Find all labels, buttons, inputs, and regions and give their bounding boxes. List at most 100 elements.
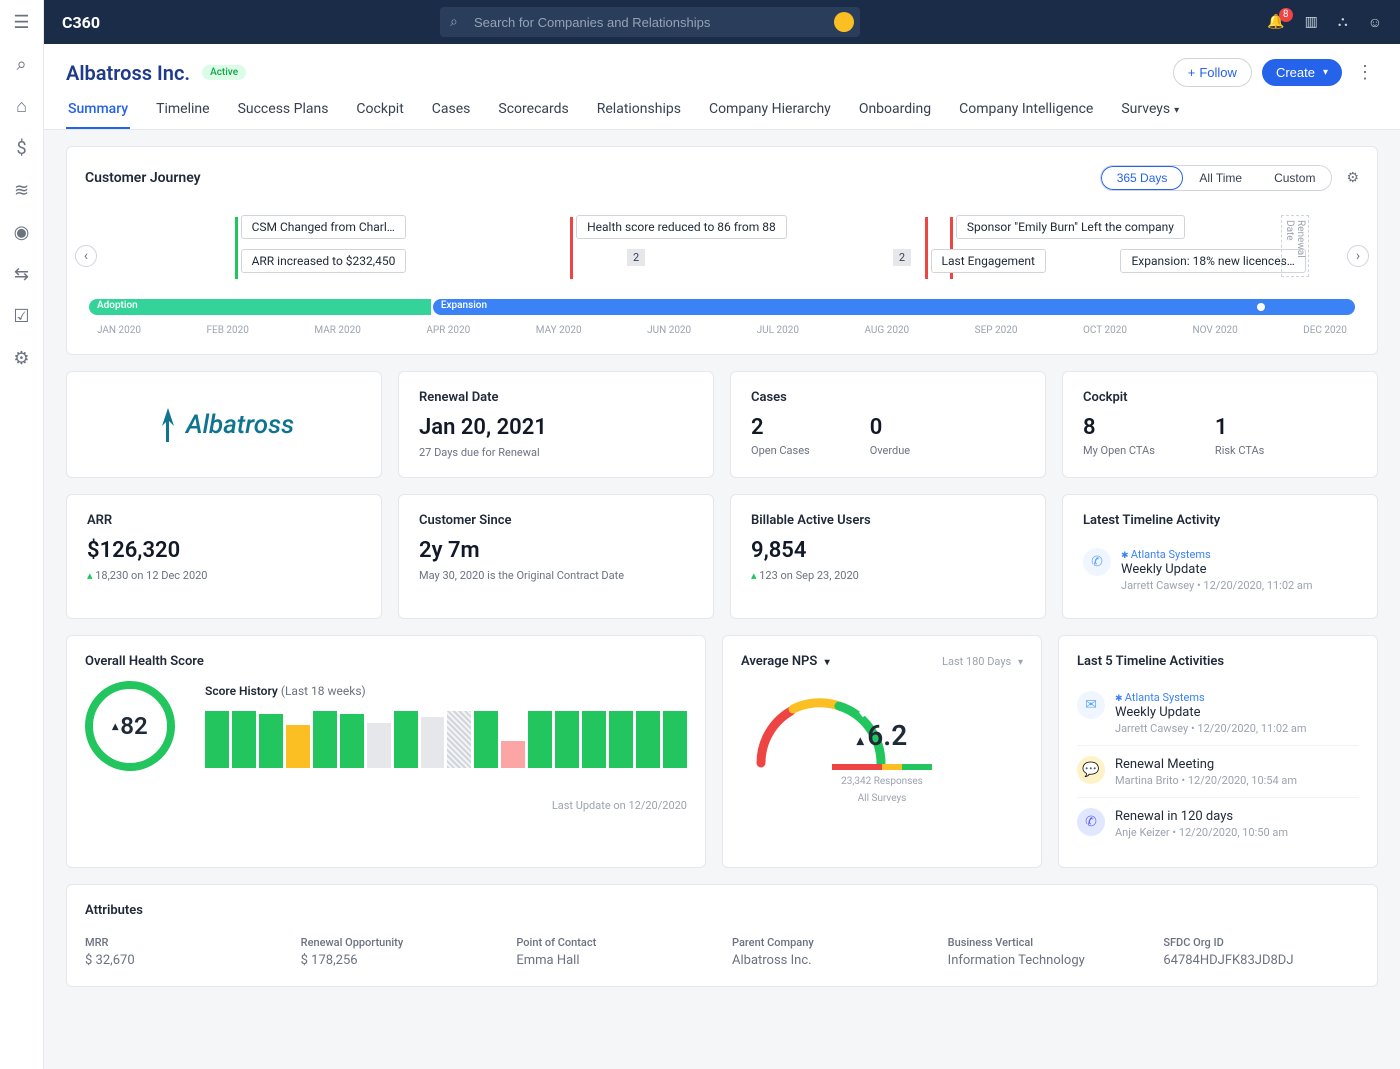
user-icon[interactable]: ☺: [1368, 14, 1382, 31]
range-all-button[interactable]: All Time: [1183, 166, 1258, 190]
journey-range-segmented: 365 Days All Time Custom: [1100, 165, 1333, 191]
plus-icon: +: [1188, 65, 1196, 80]
nps-distribution-bar: [832, 764, 932, 770]
topbar: C360 ⌕ 🔔8 ▥ ⛬ ☺: [44, 0, 1400, 44]
tab-company-intelligence[interactable]: Company Intelligence: [957, 101, 1095, 129]
score-bar: [582, 711, 606, 768]
share-icon[interactable]: ⇆: [12, 264, 32, 284]
notifications-icon[interactable]: 🔔8: [1267, 14, 1284, 30]
more-menu-button[interactable]: ⋮: [1352, 58, 1378, 87]
search-icon[interactable]: ⌕: [12, 54, 32, 74]
billable-users-card: Billable Active Users 9,854 ▴ 123 on Sep…: [730, 494, 1046, 619]
tab-surveys[interactable]: Surveys▾: [1119, 101, 1181, 129]
attribute-item: Point of ContactEmma Hall: [516, 936, 712, 968]
journey-event[interactable]: Last Engagement: [931, 249, 1046, 273]
chevron-down-icon: ▾: [1323, 67, 1328, 78]
score-bar: [340, 714, 364, 768]
range-365-button[interactable]: 365 Days: [1101, 166, 1184, 190]
tab-cases[interactable]: Cases: [430, 101, 473, 129]
notifications-badge: 8: [1279, 8, 1293, 22]
score-bar: [232, 711, 256, 768]
search-input-icon: ⌕: [450, 14, 458, 30]
settings-icon[interactable]: ⚙: [12, 348, 32, 368]
journey-count-badge[interactable]: 2: [627, 249, 645, 266]
tab-scorecards[interactable]: Scorecards: [496, 101, 570, 129]
journey-title: Customer Journey: [85, 170, 201, 186]
attribute-item: MRR$ 32,670: [85, 936, 281, 968]
create-button[interactable]: Create▾: [1262, 59, 1342, 86]
tab-onboarding[interactable]: Onboarding: [857, 101, 933, 129]
nps-card: Average NPS ▾ Last 180 Days ▾ 6.2 23,342…: [722, 635, 1042, 868]
journey-event[interactable]: Health score reduced to 86 from 88: [576, 215, 787, 239]
people-icon[interactable]: ⛬: [1338, 14, 1348, 30]
score-bar: [205, 711, 229, 768]
journey-tick: [235, 217, 238, 279]
score-bar: [286, 725, 310, 768]
activity-row[interactable]: ✉Atlanta SystemsWeekly UpdateJarrett Caw…: [1077, 681, 1359, 745]
cockpit-card: Cockpit 8My Open CTAs 1Risk CTAs: [1062, 371, 1378, 478]
score-bar: [259, 714, 283, 768]
journey-event[interactable]: Sponsor "Emily Burn" Left the company: [956, 215, 1185, 239]
activity-row[interactable]: 💬Renewal MeetingMartina Brito • 12/20/20…: [1077, 745, 1359, 797]
score-history-bars: [205, 708, 687, 768]
cases-card: Cases 2Open Cases 0Overdue: [730, 371, 1046, 478]
score-bar: [367, 723, 391, 768]
customer-since-card: Customer Since 2y 7m May 30, 2020 is the…: [398, 494, 714, 619]
journey-tick: [570, 217, 573, 279]
score-bar: [313, 711, 337, 768]
score-bar: [528, 711, 552, 768]
attribute-item: Parent CompanyAlbatross Inc.: [732, 936, 928, 968]
attribute-item: SFDC Org ID64784HDJFK83JD8DJ: [1163, 936, 1359, 968]
page-header: Albatross Inc. Active +Follow Create▾ ⋮ …: [44, 44, 1400, 130]
tab-success-plans[interactable]: Success Plans: [236, 101, 331, 129]
mail-icon: ✉: [1077, 691, 1105, 719]
chevron-down-icon[interactable]: ▾: [825, 657, 830, 668]
score-bar: [421, 717, 445, 768]
chat-icon: 💬: [1077, 756, 1105, 784]
journey-settings-icon[interactable]: ⚙: [1346, 170, 1359, 186]
tab-relationships[interactable]: Relationships: [595, 101, 683, 129]
status-badge: Active: [202, 65, 246, 80]
range-custom-button[interactable]: Custom: [1258, 166, 1331, 190]
arr-card: ARR $126,320 ▴ 18,230 on 12 Dec 2020: [66, 494, 382, 619]
attribute-item: Renewal Opportunity$ 178,256: [301, 936, 497, 968]
renewal-date-marker: Renewal Date: [1281, 215, 1309, 277]
journey-tick: [925, 217, 928, 279]
journey-event[interactable]: CSM Changed from Charl…: [241, 215, 406, 239]
phone-icon: ✆: [1077, 808, 1105, 836]
left-nav-rail: ☰ ⌕ ⌂ $ ≋ ◉ ⇆ ☑ ⚙: [0, 0, 44, 1069]
tab-company-hierarchy[interactable]: Company Hierarchy: [707, 101, 833, 129]
journey-event[interactable]: ARR increased to $232,450: [241, 249, 407, 273]
journey-event[interactable]: Expansion: 18% new licences…: [1120, 249, 1305, 273]
score-bar: [663, 711, 687, 768]
dollar-icon[interactable]: $: [12, 138, 32, 158]
last-5-activities-card: Last 5 Timeline Activities ✉Atlanta Syst…: [1058, 635, 1378, 868]
phone-icon: ✆: [1083, 548, 1111, 576]
follow-button[interactable]: +Follow: [1173, 58, 1252, 87]
health-score-card: Overall Health Score 82 Score History (L…: [66, 635, 706, 868]
attribute-item: Business VerticalInformation Technology: [948, 936, 1144, 968]
phase-adoption: Adoption: [89, 299, 431, 315]
journey-month-axis: JAN 2020FEB 2020MAR 2020APR 2020MAY 2020…: [89, 325, 1355, 336]
clipboard-icon[interactable]: ☑: [12, 306, 32, 326]
tab-summary[interactable]: Summary: [66, 101, 130, 129]
attributes-card: Attributes MRR$ 32,670Renewal Opportunit…: [66, 884, 1378, 987]
menu-icon[interactable]: ☰: [12, 12, 32, 32]
score-bar: [501, 741, 525, 768]
tab-cockpit[interactable]: Cockpit: [354, 101, 405, 129]
score-bar: [636, 711, 660, 768]
home-icon[interactable]: ⌂: [12, 96, 32, 116]
score-bar: [555, 711, 579, 768]
customer-journey-card: Customer Journey 365 Days All Time Custo…: [66, 146, 1378, 355]
path-icon[interactable]: ≋: [12, 180, 32, 200]
health-score-ring: 82: [85, 681, 175, 771]
nps-range-dropdown[interactable]: Last 180 Days ▾: [942, 655, 1023, 668]
book-icon[interactable]: ▥: [1305, 14, 1318, 30]
activity-row[interactable]: ✆Renewal in 120 daysAnje Keizer • 12/20/…: [1077, 797, 1359, 849]
latest-activity-card: Latest Timeline Activity ✆ Atlanta Syste…: [1062, 494, 1378, 619]
journey-count-badge[interactable]: 2: [893, 249, 911, 266]
renewal-date-card: Renewal Date Jan 20, 2021 27 Days due fo…: [398, 371, 714, 478]
camera-icon[interactable]: ◉: [12, 222, 32, 242]
tab-timeline[interactable]: Timeline: [154, 101, 211, 129]
global-search-input[interactable]: [440, 7, 860, 37]
